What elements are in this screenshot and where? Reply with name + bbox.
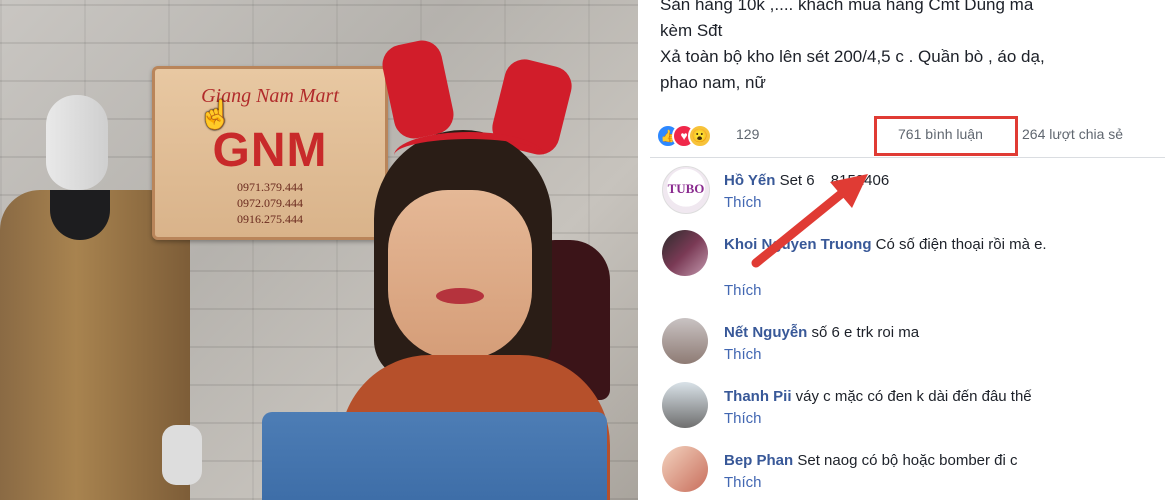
store-sign-logo: GNM: [212, 124, 328, 177]
like-link[interactable]: Thích: [724, 282, 762, 299]
post-text: Sản hàng 10k ,.... khách mua hàng Cmt Dù…: [660, 0, 1165, 96]
presenter-face: [388, 190, 532, 360]
avatar[interactable]: [662, 230, 708, 276]
presenter-lips: [436, 288, 484, 304]
headband: [394, 132, 544, 179]
post-line: phao nam, nữ: [660, 73, 766, 92]
sign-phone: 0916.275.444: [237, 212, 303, 226]
annotation-arrow-icon: [751, 174, 868, 268]
post-line: Xả toàn bộ kho lên sét 200/4,5 c . Quần …: [660, 47, 1045, 66]
store-sign-title: Giang Nam Mart: [201, 85, 339, 107]
comment-body: Bep Phan Set naog có bộ hoặc bomber đi c: [724, 450, 1154, 472]
store-sign: Giang Nam Mart GNM 0971.379.444 0972.079…: [152, 66, 388, 240]
avatar[interactable]: [662, 446, 708, 492]
comment-body: Nết Nguyễn số 6 e trk roi ma: [724, 322, 1154, 344]
comment-body: Thanh Pii váy c mặc có đen k dài đến đâu…: [724, 386, 1154, 408]
avatar[interactable]: TUBO: [662, 166, 710, 214]
mannequin-head: [46, 95, 108, 190]
reactions-count[interactable]: 129: [736, 126, 759, 142]
mannequin-hand: [162, 425, 202, 485]
like-link[interactable]: Thích: [724, 410, 762, 427]
jeans-product: [262, 412, 607, 500]
post-line: kèm Sđt: [660, 21, 723, 40]
sign-phone: 0972.079.444: [237, 196, 303, 210]
comment-count-highlight: [874, 116, 1018, 156]
commenter-name[interactable]: Bep Phan: [724, 452, 793, 469]
wow-icon: 😮: [688, 124, 712, 148]
avatar[interactable]: [662, 382, 708, 428]
shares-count[interactable]: 264 lượt chia sẻ: [1022, 126, 1123, 142]
commenter-name[interactable]: Thanh Pii: [724, 388, 792, 405]
divider: [650, 157, 1165, 158]
antler-left: [378, 36, 458, 143]
hand-cursor-icon: ☝: [198, 99, 233, 130]
comment-text: Có số điện thoại rồi mà e.: [875, 236, 1047, 253]
comment-text: váy c mặc có đen k dài đến đâu thế: [795, 388, 1032, 405]
comment-text: Set naog có bộ hoặc bomber đi c: [797, 452, 1018, 469]
post-line: Sản hàng 10k ,.... khách mua hàng Cmt Dù…: [660, 0, 1034, 14]
like-link[interactable]: Thích: [724, 346, 762, 363]
store-sign-phones: 0971.379.444 0972.079.444 0916.275.444: [155, 179, 385, 227]
avatar[interactable]: [662, 318, 708, 364]
live-video[interactable]: Giang Nam Mart GNM 0971.379.444 0972.079…: [0, 0, 638, 500]
like-link[interactable]: Thích: [724, 474, 762, 491]
sign-phone: 0971.379.444: [237, 180, 303, 194]
avatar-logo-text: TUBO: [667, 181, 705, 196]
comment-text: số 6 e trk roi ma: [811, 324, 920, 341]
commenter-name[interactable]: Nết Nguyễn: [724, 324, 807, 341]
